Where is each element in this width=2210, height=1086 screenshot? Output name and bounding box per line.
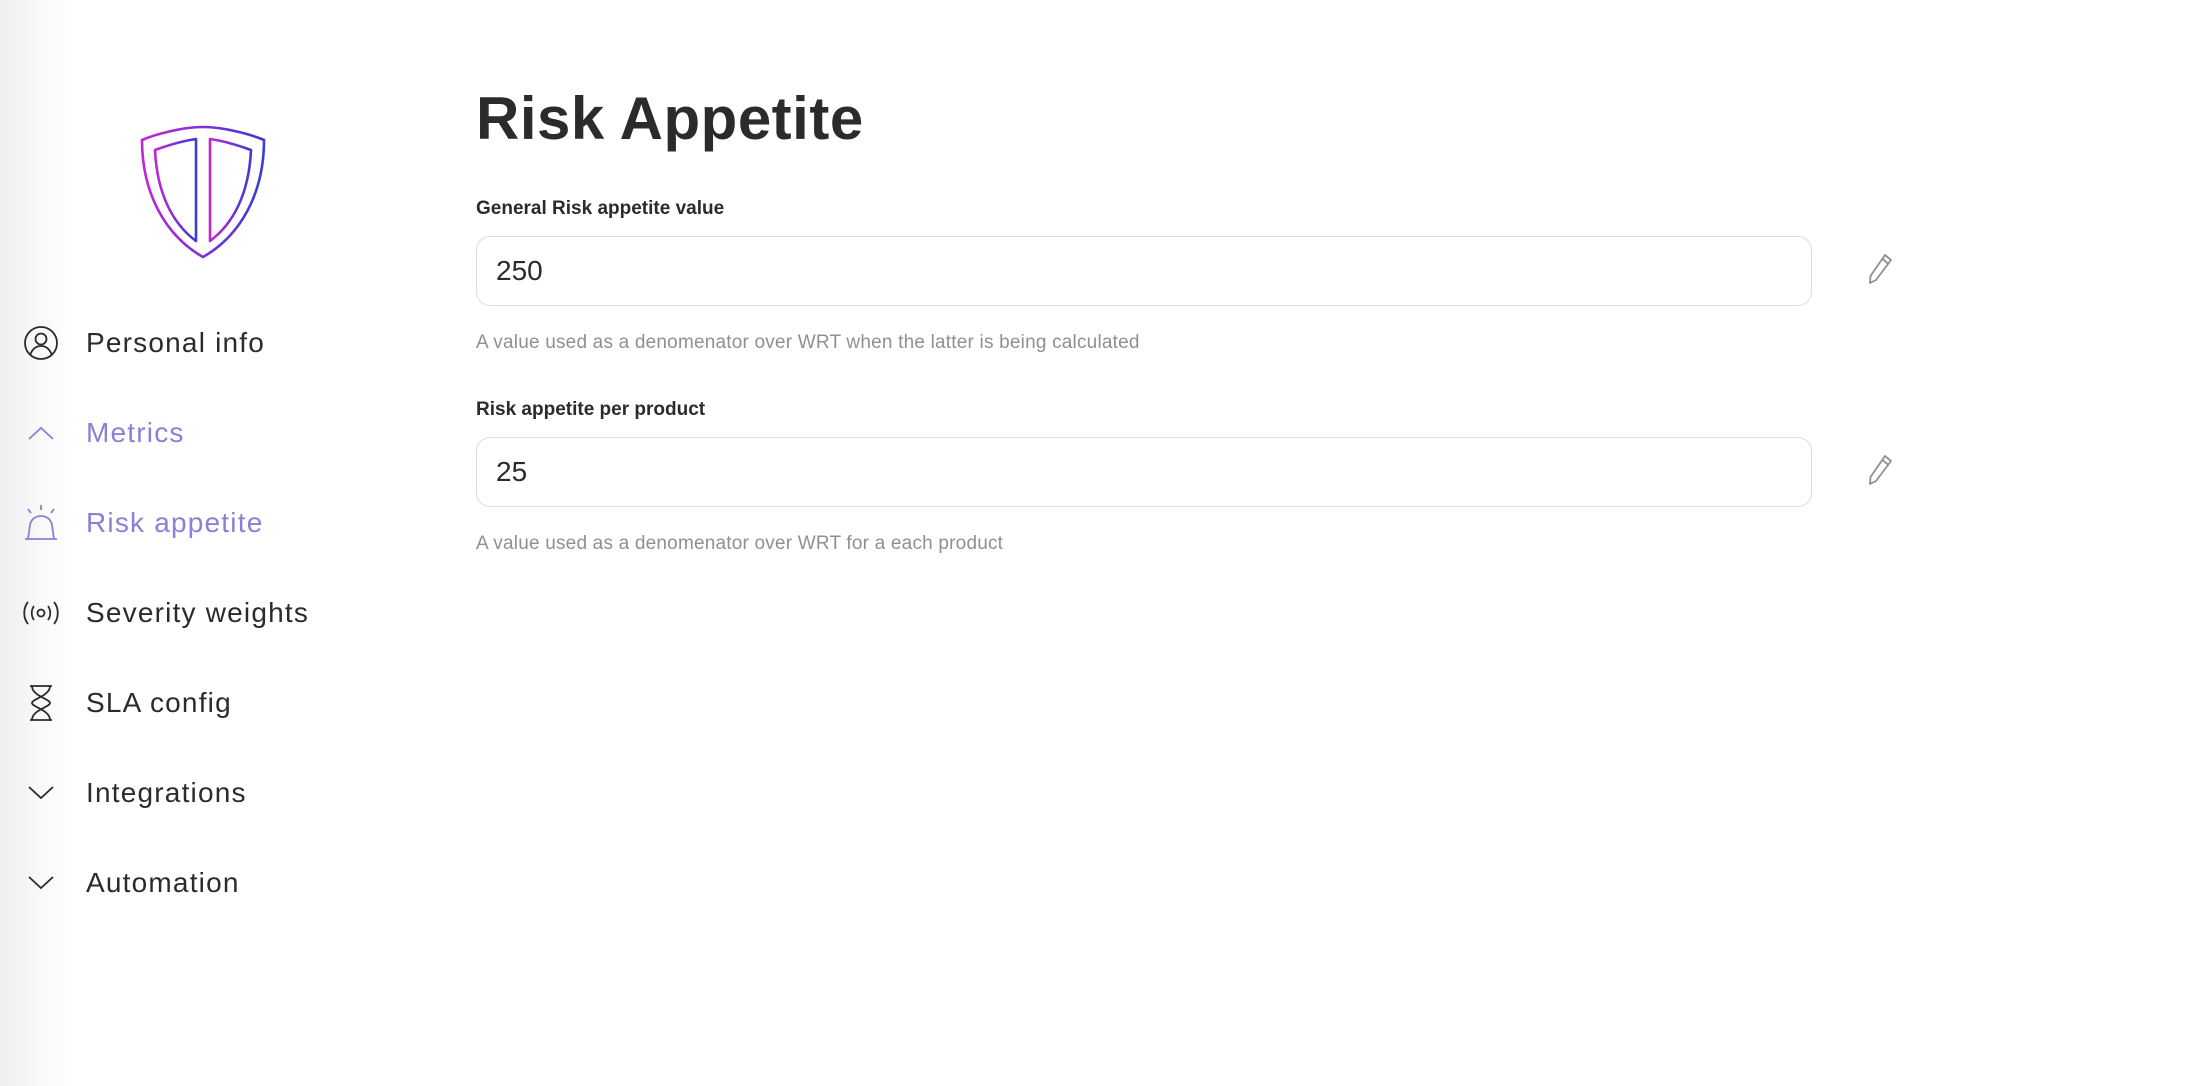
alarm-bell-icon [20,502,62,544]
risk-appetite-per-product-label: Risk appetite per product [476,399,706,420]
sidebar-item-severity-weights[interactable]: Severity weights [20,585,400,641]
general-risk-appetite-field [476,236,1812,306]
risk-appetite-per-product-field [476,437,1812,507]
risk-appetite-per-product-input[interactable] [496,456,1811,488]
sidebar-item-metrics[interactable]: Metrics [20,405,400,461]
general-risk-appetite-help: A value used as a denomenator over WRT w… [476,332,1140,353]
chevron-down-icon [20,862,62,904]
sidebar: Personal info Metrics Risk appetite Seve… [0,0,420,1086]
sidebar-item-label: Severity weights [86,597,310,628]
shield-icon [138,124,268,260]
sidebar-item-label: Personal info [86,327,266,358]
sidebar-item-sla-config[interactable]: SLA config [20,675,400,731]
edit-risk-appetite-per-product-button[interactable] [1858,450,1902,494]
sidebar-item-automation[interactable]: Automation [20,855,400,911]
pencil-icon [1866,252,1894,291]
general-risk-appetite-input[interactable] [496,255,1811,287]
sidebar-item-label: Automation [86,867,240,898]
sidebar-item-label: Risk appetite [86,507,264,538]
sidebar-item-label: SLA config [86,687,232,718]
hourglass-icon [20,682,62,724]
broadcast-icon [20,592,62,634]
user-circle-icon [20,322,62,364]
sidebar-item-personal-info[interactable]: Personal info [20,315,400,371]
sidebar-item-integrations[interactable]: Integrations [20,765,400,821]
pencil-icon [1866,453,1894,492]
risk-appetite-per-product-help: A value used as a denomenator over WRT f… [476,533,1004,554]
chevron-down-icon [20,772,62,814]
edit-general-risk-appetite-button[interactable] [1858,249,1902,293]
sidebar-item-risk-appetite[interactable]: Risk appetite [20,495,400,551]
chevron-up-icon [20,412,62,454]
sidebar-item-label: Metrics [86,417,185,448]
sidebar-item-label: Integrations [86,777,247,808]
main-content: Risk Appetite General Risk appetite valu… [476,0,2176,1086]
app-root: Personal info Metrics Risk appetite Seve… [0,0,2210,1086]
general-risk-appetite-label: General Risk appetite value [476,198,725,219]
page-title: Risk Appetite [476,85,864,152]
